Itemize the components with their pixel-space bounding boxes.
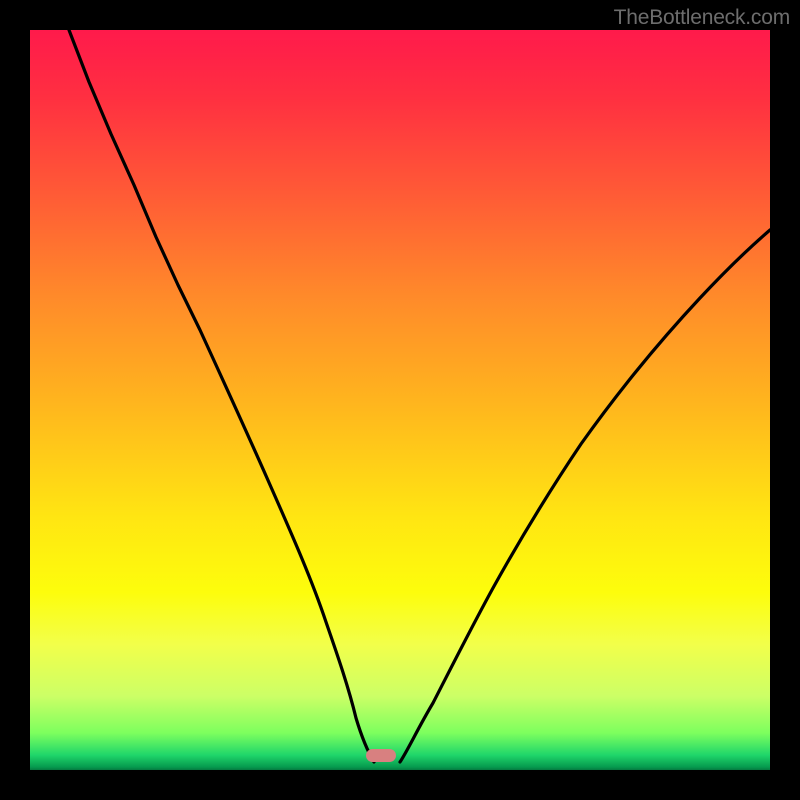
curve-left-branch bbox=[69, 30, 374, 762]
branding-watermark: TheBottleneck.com bbox=[614, 6, 790, 30]
chart-frame: TheBottleneck.com bbox=[0, 0, 800, 800]
bottleneck-curve bbox=[30, 30, 770, 770]
minimum-marker bbox=[366, 749, 396, 762]
plot-area bbox=[30, 30, 770, 770]
curve-right-branch bbox=[400, 230, 770, 762]
